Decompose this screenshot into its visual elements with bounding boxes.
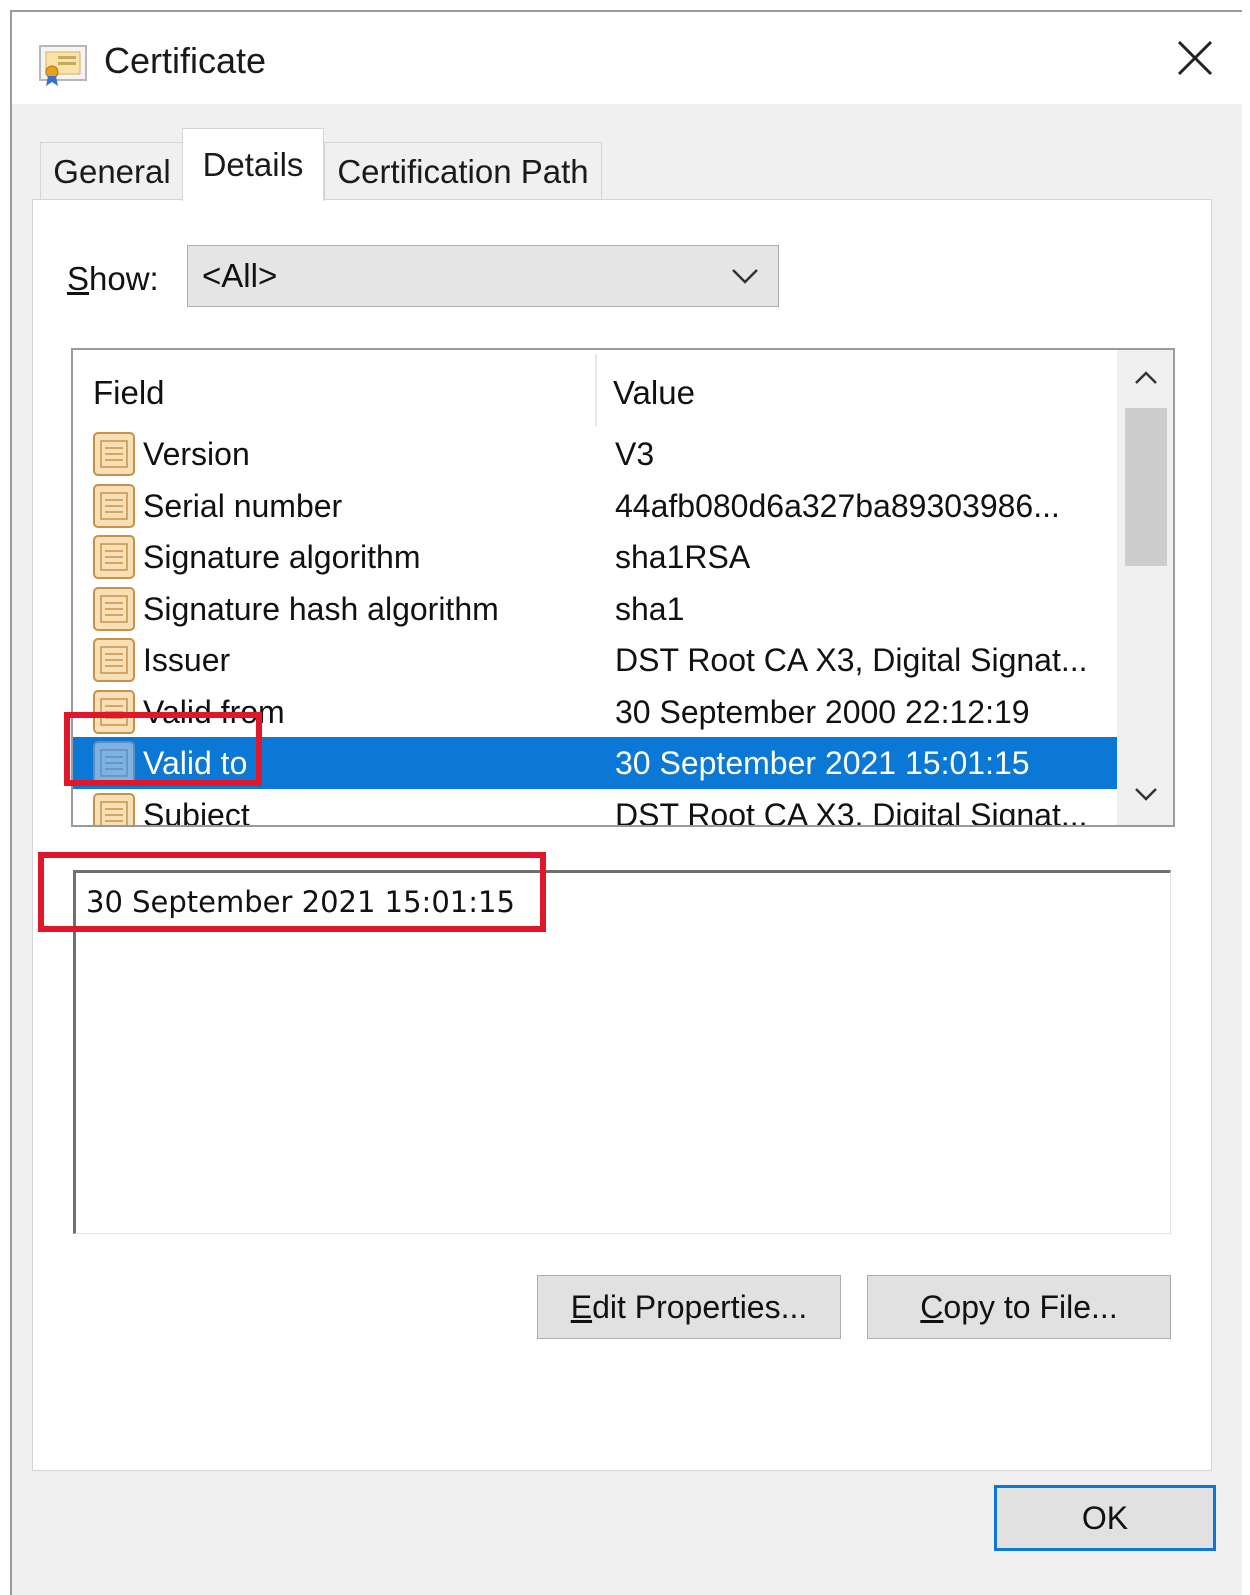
list-item-field: Signature algorithm bbox=[143, 539, 421, 575]
chevron-up-icon bbox=[1135, 371, 1157, 384]
tab-details[interactable]: Details bbox=[182, 128, 324, 201]
field-icon bbox=[93, 586, 135, 631]
list-item-value: sha1 bbox=[615, 590, 685, 627]
column-header-value[interactable]: Value bbox=[613, 374, 695, 412]
tab-general[interactable]: General bbox=[40, 142, 184, 200]
field-icon bbox=[93, 535, 135, 579]
list-item-field: Valid from bbox=[143, 693, 285, 730]
column-separator[interactable] bbox=[595, 354, 597, 426]
field-icon bbox=[93, 638, 135, 682]
field-icon bbox=[93, 741, 135, 785]
certificate-dialog: Certificate General Details Certificatio… bbox=[10, 10, 1242, 1595]
certificate-icon bbox=[39, 45, 87, 86]
list-item[interactable]: Valid from 30 September 2000 22:12:19 bbox=[73, 686, 1117, 738]
tab-certification-path[interactable]: Certification Path bbox=[324, 142, 602, 200]
show-dropdown-value: <All> bbox=[202, 257, 278, 294]
list-item[interactable]: Valid to 30 September 2021 15:01:15 bbox=[73, 737, 1117, 789]
scroll-up-button[interactable] bbox=[1117, 350, 1173, 406]
list-item[interactable]: Version V3 bbox=[73, 428, 1117, 480]
list-item-value: DST Root CA X3, Digital Signat... bbox=[615, 796, 1088, 827]
scroll-down-button[interactable] bbox=[1117, 766, 1173, 822]
list-item[interactable]: Signature algorithm sha1RSA bbox=[73, 531, 1117, 583]
list-item-value: sha1RSA bbox=[615, 539, 751, 575]
list-item-value: V3 bbox=[615, 436, 655, 472]
scroll-thumb[interactable] bbox=[1125, 408, 1167, 566]
tab-strip: General Details Certification Path bbox=[34, 128, 734, 208]
list-item-field: Subject bbox=[143, 796, 250, 827]
details-panel: Show: <All> Field Value Version V3 Serial … bbox=[32, 199, 1212, 1471]
list-item-value: 30 September 2000 22:12:19 bbox=[615, 693, 1030, 730]
list-item-field: Serial number bbox=[143, 487, 343, 524]
window-title: Certificate bbox=[104, 40, 267, 81]
edit-properties-button[interactable]: Edit Properties... bbox=[537, 1275, 841, 1339]
title-bar: Certificate bbox=[12, 12, 1242, 104]
list-item[interactable]: Issuer DST Root CA X3, Digital Signat... bbox=[73, 634, 1117, 686]
field-icon bbox=[93, 792, 135, 825]
field-icon bbox=[93, 483, 135, 528]
list-scrollbar[interactable] bbox=[1117, 350, 1173, 825]
ok-button[interactable]: OK bbox=[994, 1485, 1216, 1551]
field-value-text: 30 September 2021 15:01:15 bbox=[86, 885, 515, 919]
list-item-value: 30 September 2021 15:01:15 bbox=[615, 745, 1030, 781]
field-icon bbox=[93, 689, 135, 734]
list-item-field: Version bbox=[143, 436, 250, 472]
field-icon bbox=[93, 432, 135, 476]
list-header: Field Value bbox=[73, 350, 1117, 426]
show-label: Show: bbox=[67, 260, 159, 297]
chevron-down-icon bbox=[1135, 788, 1157, 801]
list-item-field: Valid to bbox=[143, 745, 248, 781]
close-button[interactable] bbox=[1160, 28, 1230, 88]
field-list[interactable]: Field Value Version V3 Serial number 44afb0… bbox=[71, 348, 1175, 827]
show-dropdown[interactable]: <All> bbox=[187, 245, 779, 307]
list-item[interactable]: Signature hash algorithm sha1 bbox=[73, 583, 1117, 635]
column-header-field[interactable]: Field bbox=[93, 374, 165, 412]
list-item[interactable]: Serial number 44afb080d6a327ba89303986... bbox=[73, 480, 1117, 532]
list-item-value: 44afb080d6a327ba89303986... bbox=[615, 487, 1060, 524]
list-item-value: DST Root CA X3, Digital Signat... bbox=[615, 642, 1088, 678]
chevron-down-icon bbox=[732, 269, 758, 284]
close-icon bbox=[1177, 40, 1213, 76]
field-value-textbox[interactable]: 30 September 2021 15:01:15 bbox=[73, 870, 1171, 1234]
list-item-field: Issuer bbox=[143, 642, 231, 678]
list-item[interactable]: Subject DST Root CA X3, Digital Signat... bbox=[73, 789, 1117, 827]
copy-to-file-button[interactable]: Copy to File... bbox=[867, 1275, 1171, 1339]
list-item-field: Signature hash algorithm bbox=[143, 590, 499, 627]
